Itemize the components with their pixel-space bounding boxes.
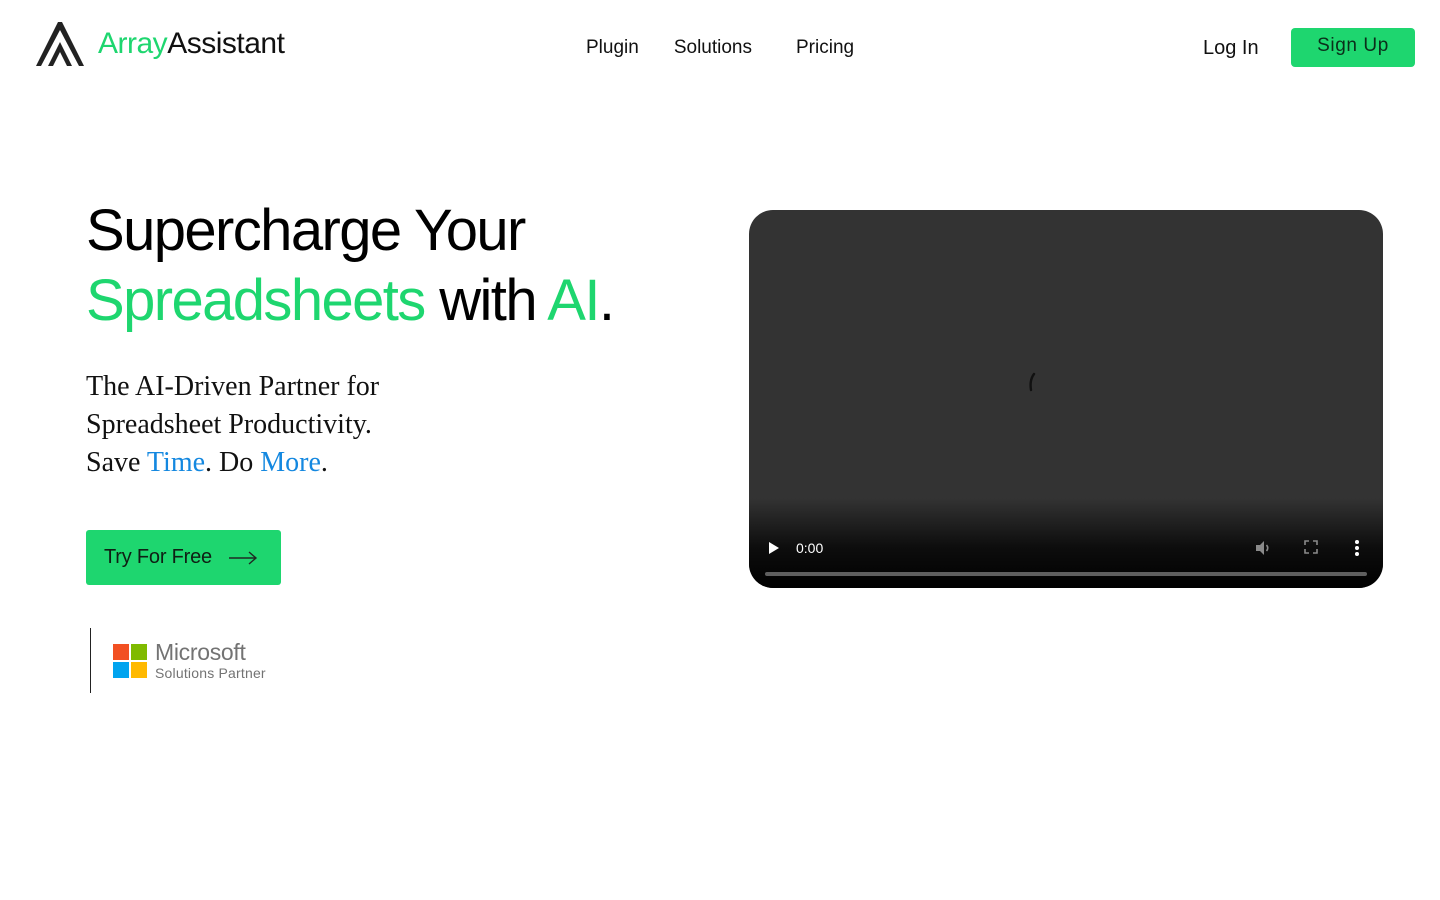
main-nav: Plugin Solutions Pricing [586, 36, 854, 60]
arrow-right-icon [228, 550, 258, 565]
microsoft-partner-badge: Microsoft Solutions Partner [90, 628, 266, 693]
subheadline-more: More [260, 447, 321, 478]
subheadline-do: . Do [205, 447, 261, 478]
hero-headline: Supercharge Your Spreadsheets with AI. [86, 196, 615, 336]
headline-with: with [424, 268, 548, 333]
video-controls: 0:00 [749, 518, 1383, 588]
subheadline-line-1: The AI-Driven Partner for [86, 371, 380, 402]
volume-icon[interactable] [1254, 539, 1272, 557]
nav-item-plugin[interactable]: Plugin [586, 36, 639, 60]
partner-text: Microsoft Solutions Partner [155, 639, 266, 681]
partner-brand: Microsoft [155, 639, 246, 665]
hero-subheadline: The AI-Driven Partner for Spreadsheet Pr… [86, 368, 379, 482]
headline-period: . [598, 268, 615, 333]
video-progress-bar[interactable] [765, 572, 1367, 576]
signup-button[interactable]: Sign Up [1291, 28, 1415, 67]
play-icon[interactable] [767, 540, 781, 556]
headline-accent-spreadsheets: Spreadsheets [86, 268, 426, 333]
microsoft-logo-icon [113, 643, 147, 678]
logo-text-array: Array [98, 27, 168, 60]
array-assistant-logo-icon [36, 22, 84, 66]
logo[interactable]: ArrayAssistant [34, 20, 285, 68]
logo-wordmark: ArrayAssistant [98, 27, 285, 60]
demo-video-player[interactable]: 0:00 [749, 210, 1383, 588]
loading-spinner-icon [1029, 372, 1036, 392]
login-link[interactable]: Log In [1203, 36, 1259, 60]
video-time: 0:00 [796, 540, 824, 556]
headline-accent-ai: AI [547, 268, 600, 333]
headline-line-2: Spreadsheets with AI. [86, 266, 615, 336]
signup-button-label: Sign Up [1317, 35, 1389, 56]
subheadline-line-3: Save Time. Do More. [86, 444, 379, 482]
subheadline-save: Save [86, 447, 147, 478]
headline-line-1: Supercharge Your [86, 198, 526, 263]
logo-text-assistant: Assistant [167, 27, 285, 60]
try-for-free-label: Try For Free [104, 546, 212, 568]
try-for-free-button[interactable]: Try For Free [86, 530, 281, 585]
nav-item-solutions[interactable]: Solutions [674, 36, 752, 60]
partner-subtitle: Solutions Partner [155, 665, 266, 681]
nav-item-pricing[interactable]: Pricing [796, 36, 854, 60]
subheadline-end: . [320, 447, 328, 478]
fullscreen-icon[interactable] [1304, 540, 1318, 554]
more-options-icon[interactable] [1354, 539, 1360, 557]
subheadline-line-2: Spreadsheet Productivity. [86, 409, 372, 440]
subheadline-time: Time [146, 447, 206, 478]
